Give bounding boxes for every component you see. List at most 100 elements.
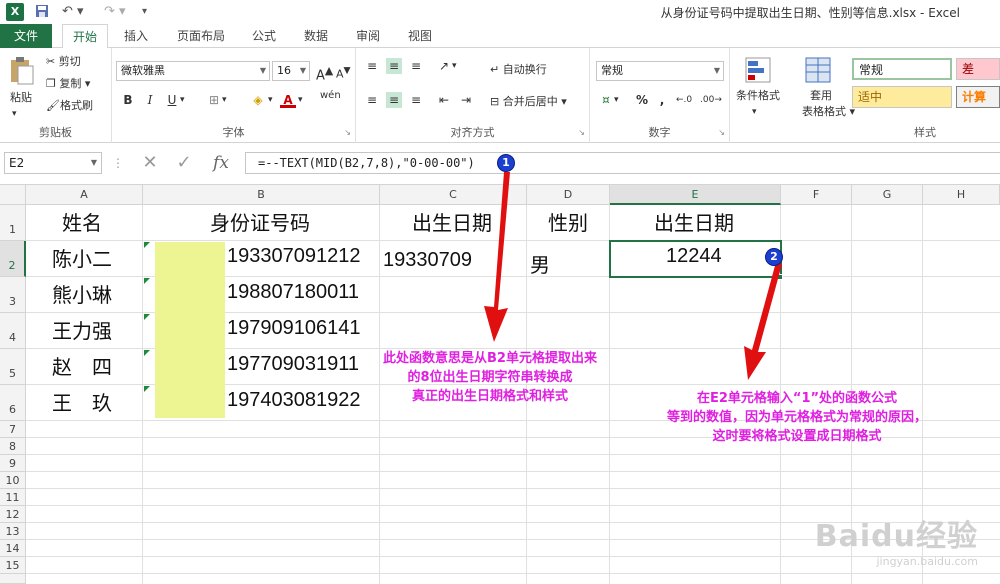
orientation-dropdown-icon[interactable]: ▾ xyxy=(452,58,457,74)
row-header-15[interactable]: 15 xyxy=(0,557,26,574)
number-format-combo[interactable]: 常规 ▼ xyxy=(596,61,724,81)
underline-button[interactable]: U xyxy=(164,92,180,108)
decrease-decimal-icon[interactable]: .00→ xyxy=(700,92,722,108)
column-header-f[interactable]: F xyxy=(781,185,852,205)
conditional-format-button[interactable]: 条件格式 xyxy=(736,88,780,104)
tab-view[interactable]: 视图 xyxy=(400,24,440,48)
insert-function-icon[interactable]: fx xyxy=(206,152,236,174)
merge-center-button[interactable]: ⊟ 合并后居中 ▾ xyxy=(490,94,567,110)
orientation-icon[interactable]: ↗ xyxy=(436,58,452,74)
conditional-format-icon[interactable] xyxy=(744,56,772,84)
tab-page-layout[interactable]: 页面布局 xyxy=(168,24,234,48)
row-header-12[interactable]: 12 xyxy=(0,506,26,523)
italic-button[interactable]: I xyxy=(142,92,158,108)
percent-button[interactable]: % xyxy=(634,92,650,108)
row-header-9[interactable]: 9 xyxy=(0,455,26,472)
row-header-6[interactable]: 6 xyxy=(0,385,26,421)
font-size-combo[interactable]: 16 ▼ xyxy=(272,61,310,81)
align-center-icon[interactable]: ≡ xyxy=(386,92,402,108)
border-icon[interactable]: ⊞ xyxy=(206,92,222,108)
cell-b6[interactable]: 197403081922 xyxy=(227,389,360,412)
accounting-dropdown-icon[interactable]: ▾ xyxy=(614,92,619,108)
underline-dropdown-icon[interactable]: ▾ xyxy=(180,92,185,108)
paste-button[interactable]: 粘贴 xyxy=(10,90,32,106)
row-header-2[interactable]: 2 xyxy=(0,241,26,277)
cell-b1[interactable]: 身份证号码 xyxy=(210,207,310,236)
style-neutral[interactable]: 适中 xyxy=(852,86,952,108)
border-dropdown-icon[interactable]: ▾ xyxy=(222,92,227,108)
formula-input[interactable]: =--TEXT(MID(B2,7,8),"0-00-00") xyxy=(245,152,1000,174)
conditional-dropdown-icon[interactable]: ▾ xyxy=(752,104,757,120)
cut-button[interactable]: ✂ 剪切 xyxy=(46,54,81,70)
column-header-c[interactable]: C xyxy=(380,185,527,205)
phonetic-icon[interactable]: wén xyxy=(320,88,341,104)
format-as-table-button[interactable]: 套用 xyxy=(810,88,832,104)
row-header-5[interactable]: 5 xyxy=(0,349,26,385)
accounting-format-icon[interactable]: ¤ xyxy=(598,92,614,108)
tab-data[interactable]: 数据 xyxy=(296,24,336,48)
cell-b4[interactable]: 197909106141 xyxy=(227,317,360,340)
cell-a1[interactable]: 姓名 xyxy=(62,207,102,236)
align-left-icon[interactable]: ≡ xyxy=(364,92,380,108)
comma-button[interactable]: , xyxy=(654,92,670,108)
cell-a5[interactable]: 赵 四 xyxy=(52,351,112,380)
tab-formulas[interactable]: 公式 xyxy=(244,24,284,48)
fill-color-icon[interactable]: ◈ xyxy=(250,92,266,108)
grow-font-icon[interactable]: A▲ xyxy=(316,63,333,84)
cell-b2[interactable]: 193307091212 xyxy=(227,245,360,268)
cancel-formula-icon[interactable]: ✕ xyxy=(138,152,162,174)
align-top-icon[interactable]: ≡ xyxy=(364,58,380,74)
cell-c1[interactable]: 出生日期 xyxy=(412,207,492,236)
format-as-table-icon[interactable] xyxy=(804,56,832,84)
row-header-4[interactable]: 4 xyxy=(0,313,26,349)
cell-d2[interactable]: 男 xyxy=(530,249,550,278)
save-icon[interactable] xyxy=(34,3,50,21)
paste-dropdown-icon[interactable]: ▾ xyxy=(12,106,17,122)
copy-button[interactable]: ❐ 复制 ▾ xyxy=(46,76,90,92)
tab-file[interactable]: 文件 xyxy=(0,24,52,48)
align-middle-icon[interactable]: ≡ xyxy=(386,58,402,74)
row-header-14[interactable]: 14 xyxy=(0,540,26,557)
row-header-11[interactable]: 11 xyxy=(0,489,26,506)
wrap-text-button[interactable]: ↵ 自动换行 xyxy=(490,62,547,78)
row-header-1[interactable]: 1 xyxy=(0,205,26,241)
tab-insert[interactable]: 插入 xyxy=(114,24,158,48)
row-header-13[interactable]: 13 xyxy=(0,523,26,540)
style-bad[interactable]: 差 xyxy=(956,58,1000,80)
align-bottom-icon[interactable]: ≡ xyxy=(408,58,424,74)
redo-icon[interactable]: ↷ ▾ xyxy=(104,3,126,21)
cell-a6[interactable]: 王 玖 xyxy=(52,387,112,416)
row-header-16[interactable] xyxy=(0,574,26,584)
fill-handle[interactable] xyxy=(777,274,783,280)
format-painter-button[interactable]: 🖌格式刷 xyxy=(46,98,93,114)
font-color-dropdown-icon[interactable]: ▾ xyxy=(298,92,303,108)
decrease-indent-icon[interactable]: ⇤ xyxy=(436,92,452,108)
increase-indent-icon[interactable]: ⇥ xyxy=(458,92,474,108)
cell-d1[interactable]: 性别 xyxy=(548,207,588,236)
alignment-dialog-launcher-icon[interactable]: ↘ xyxy=(578,125,585,141)
column-header-a[interactable]: A xyxy=(26,185,143,205)
undo-icon[interactable]: ↶ ▾ xyxy=(62,3,84,21)
cell-a3[interactable]: 熊小琳 xyxy=(52,279,112,308)
row-header-10[interactable]: 10 xyxy=(0,472,26,489)
cell-a4[interactable]: 王力强 xyxy=(52,315,112,344)
column-header-g[interactable]: G xyxy=(852,185,923,205)
style-normal[interactable]: 常规 xyxy=(852,58,952,80)
customize-qat-icon[interactable]: ▾ xyxy=(142,3,147,21)
bold-button[interactable]: B xyxy=(120,92,136,108)
tab-review[interactable]: 审阅 xyxy=(348,24,388,48)
format-as-table-button-line2[interactable]: 表格格式 ▾ xyxy=(802,104,855,120)
font-name-combo[interactable]: 微软雅黑 ▼ xyxy=(116,61,270,81)
align-right-icon[interactable]: ≡ xyxy=(408,92,424,108)
cell-a2[interactable]: 陈小二 xyxy=(52,243,112,272)
row-header-3[interactable]: 3 xyxy=(0,277,26,313)
increase-decimal-icon[interactable]: ←.0 xyxy=(676,92,692,108)
tab-home[interactable]: 开始 xyxy=(62,24,108,49)
shrink-font-icon[interactable]: A▼ xyxy=(336,63,351,83)
cell-e1[interactable]: 出生日期 xyxy=(654,207,734,236)
enter-formula-icon[interactable]: ✓ xyxy=(172,152,196,174)
paste-icon[interactable] xyxy=(8,56,36,86)
cell-b5[interactable]: 197709031911 xyxy=(227,353,359,376)
font-color-icon[interactable]: A xyxy=(280,92,296,108)
row-header-8[interactable]: 8 xyxy=(0,438,26,455)
